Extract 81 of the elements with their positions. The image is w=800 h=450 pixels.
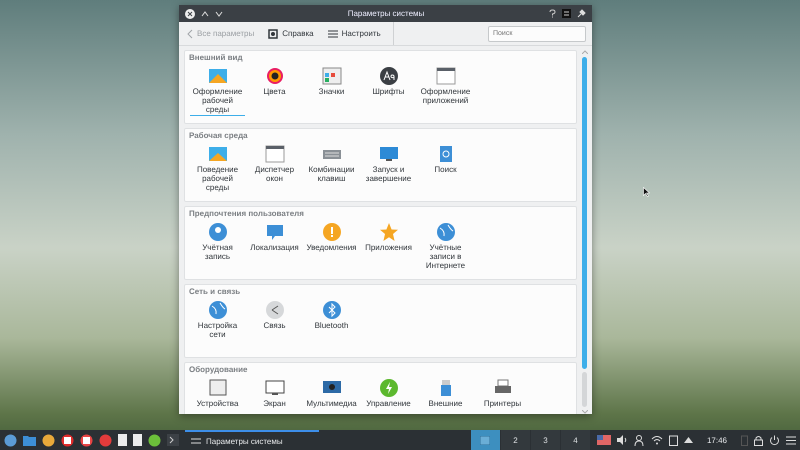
settings-module-label[interactable]: Уведомления <box>304 243 359 254</box>
settings-module-label[interactable]: Значки <box>304 87 359 98</box>
user-icon[interactable] <box>634 434 645 446</box>
task-button[interactable]: Параметры системы <box>185 430 319 450</box>
close-icon[interactable] <box>185 8 195 18</box>
settings-module-label[interactable]: Оформление рабочей среды <box>190 87 245 116</box>
settings-module-label[interactable]: Управление <box>361 399 416 410</box>
font-icon <box>378 66 398 86</box>
settings-module-label[interactable]: Оформление приложений <box>418 87 473 107</box>
settings-module-label[interactable]: Комбинации клавиш <box>304 165 359 185</box>
speech-bubble-icon <box>264 222 284 242</box>
icon-grid-icon <box>322 66 342 86</box>
mouse-pointer-icon <box>643 187 650 197</box>
window-title: Параметры системы <box>346 9 426 18</box>
power-icon <box>378 378 398 398</box>
settings-module-label[interactable]: Локализация <box>247 243 302 254</box>
category-title: Сеть и связь <box>189 287 242 296</box>
category-title: Рабочая среда <box>189 131 249 140</box>
settings-module-label[interactable]: Поиск <box>418 165 473 176</box>
category-title: Оборудование <box>189 365 249 374</box>
window-thumbnail-icon <box>480 436 490 444</box>
settings-module-label[interactable]: Шрифты <box>361 87 416 98</box>
settings-module-label[interactable]: Принтеры <box>475 399 530 410</box>
menu-icon[interactable] <box>786 436 796 444</box>
help-button[interactable]: Справка <box>266 26 316 40</box>
browser-icon[interactable] <box>61 434 74 446</box>
browser-icon[interactable] <box>80 434 93 446</box>
power-icon[interactable] <box>769 434 780 446</box>
window-icon <box>264 144 284 164</box>
settings-module-label[interactable]: Связь <box>247 321 302 332</box>
virtual-desktop[interactable] <box>470 430 501 450</box>
settings-module-label[interactable]: Диспетчер окон <box>247 165 302 185</box>
chevron-down-icon[interactable] <box>215 10 223 16</box>
settings-module-label[interactable]: Цвета <box>247 87 302 98</box>
bluetooth-icon <box>322 300 342 320</box>
settings-module-label[interactable]: Мультимедиа <box>304 399 359 410</box>
terminal-icon[interactable] <box>167 434 179 446</box>
monitor-icon <box>378 144 398 164</box>
folder-icon[interactable] <box>23 434 36 446</box>
category-title: Предпочтения пользователя <box>189 209 305 218</box>
configure-button[interactable]: Настроить <box>326 26 383 40</box>
virtual-desktop[interactable]: 4 <box>560 430 591 450</box>
chevron-left-icon <box>187 28 193 38</box>
pin-icon[interactable] <box>577 9 586 18</box>
virtual-desktop[interactable]: 3 <box>530 430 561 450</box>
settings-module-label[interactable]: Внешние <box>418 399 473 410</box>
settings-module-label[interactable]: Приложения <box>361 243 416 254</box>
virtual-desktop[interactable]: 2 <box>500 430 531 450</box>
category-title: Внешний вид <box>189 53 244 62</box>
expand-arrow-icon[interactable] <box>684 437 693 443</box>
clock[interactable]: 17:46 <box>706 436 727 444</box>
app-icon[interactable] <box>148 434 161 446</box>
clipboard-icon[interactable] <box>668 434 678 446</box>
settings-module-label[interactable]: Поведение рабочей среды <box>190 165 245 194</box>
settings-module-label[interactable]: Запуск и завершение <box>361 165 416 185</box>
desktop-behavior-icon <box>208 144 228 164</box>
settings-module-label[interactable]: Устройства <box>190 399 245 410</box>
desktop-theme-icon <box>208 66 228 86</box>
color-wheel-icon <box>264 66 284 86</box>
device-icon <box>208 378 228 398</box>
settings-module-label[interactable]: Экран <box>247 399 302 410</box>
monitor-icon <box>264 378 284 398</box>
settings-module-label[interactable]: Учётные записи в Интернете <box>418 243 473 272</box>
chevron-up-icon[interactable] <box>201 10 209 16</box>
settings-app-icon <box>191 436 201 446</box>
user-icon <box>208 222 228 242</box>
warning-icon <box>322 222 342 242</box>
star-icon <box>378 222 398 242</box>
settings-module-label[interactable]: Настройка сети <box>190 321 245 341</box>
help-icon[interactable] <box>549 9 556 18</box>
settings-module-label[interactable]: Bluetooth <box>304 321 359 332</box>
flag-icon[interactable] <box>596 435 611 445</box>
lock-icon[interactable] <box>754 434 763 446</box>
wifi-icon[interactable] <box>650 435 663 445</box>
menu-icon <box>328 28 338 38</box>
app-launcher-icon[interactable] <box>4 434 17 446</box>
window-menu-icon[interactable] <box>562 9 571 18</box>
settings-module-label[interactable]: Учётная запись <box>190 243 245 263</box>
volume-icon[interactable] <box>616 435 628 445</box>
window-icon <box>436 66 456 86</box>
browser-icon[interactable] <box>42 434 55 446</box>
